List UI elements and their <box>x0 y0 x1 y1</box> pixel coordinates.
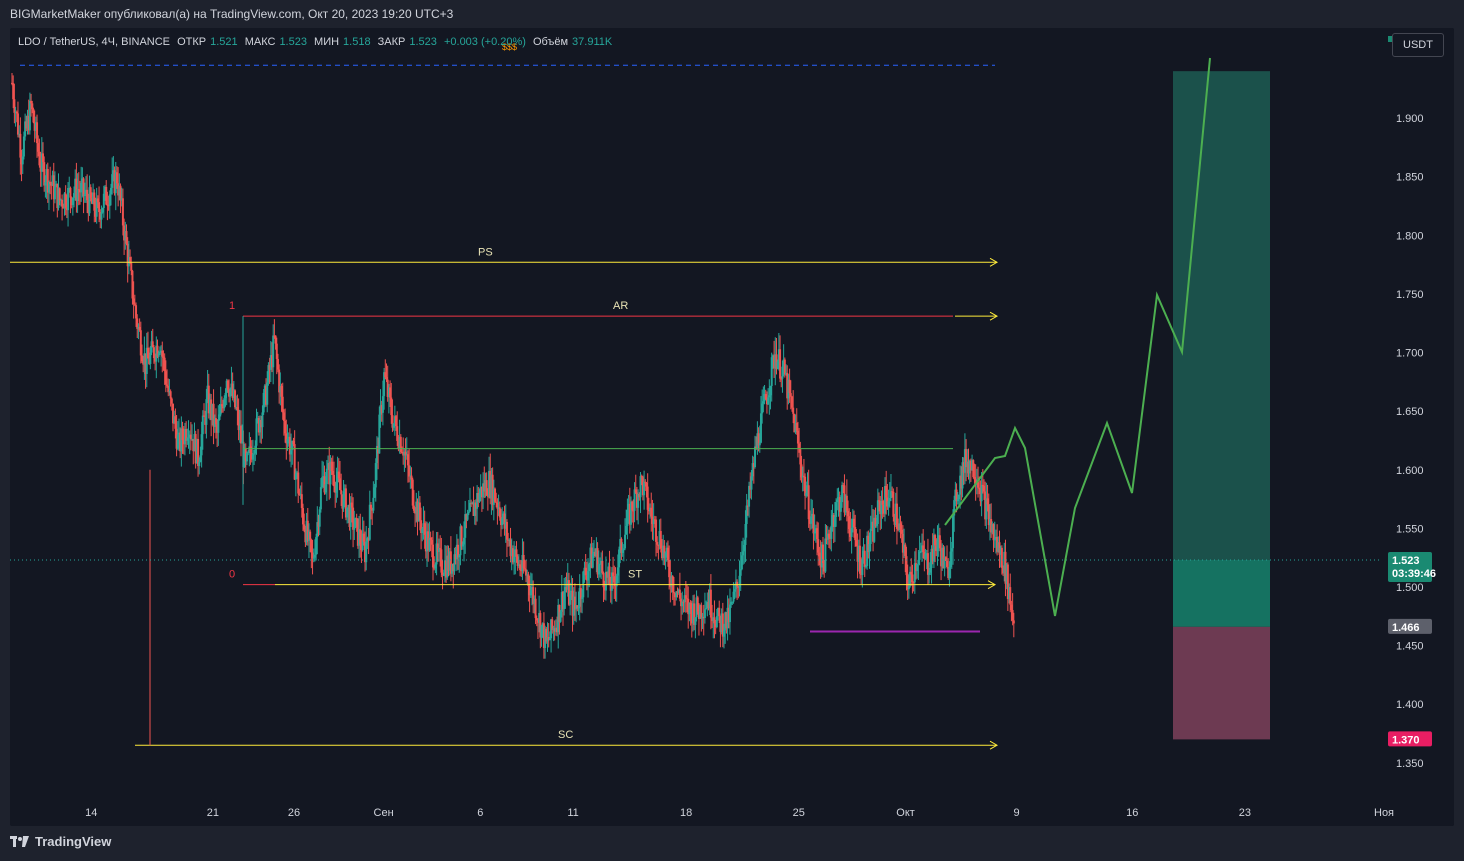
x-tick-label: Ноя <box>1374 807 1394 819</box>
candle-body <box>198 461 201 467</box>
currency-button[interactable]: USDT <box>1392 33 1444 57</box>
current-price-text: 03:39:46 <box>1392 568 1436 580</box>
legend-low-value: 1.518 <box>343 36 371 48</box>
candle-body <box>170 398 173 404</box>
x-tick-label: 18 <box>680 807 692 819</box>
candle-body <box>703 609 706 618</box>
legend-high-label: МАКС <box>244 36 276 48</box>
x-tick-label: Окт <box>896 807 915 819</box>
y-tick-label: 1.850 <box>1396 172 1424 184</box>
y-tick-label: 1.750 <box>1396 289 1424 301</box>
candle-body <box>601 560 604 573</box>
candle-body <box>53 186 56 200</box>
candle-body <box>467 511 470 514</box>
x-tick-label: 16 <box>1126 807 1138 819</box>
ar-label: AR <box>613 300 628 312</box>
candle-body <box>656 541 659 545</box>
candle-body <box>1012 620 1015 624</box>
legend-change: +0.003 (+0.20%) <box>443 36 526 48</box>
x-tick-label: Сен <box>374 807 394 819</box>
candle-body <box>58 188 61 201</box>
current-price-text: 1.523 <box>1392 555 1420 567</box>
y-tick-label: 1.650 <box>1396 406 1424 418</box>
x-tick-label: 25 <box>793 807 805 819</box>
candle-body <box>1000 547 1003 568</box>
tradingview-brand: TradingView <box>35 834 112 849</box>
candle-body <box>272 335 275 368</box>
legend-high-value: 1.523 <box>279 36 307 48</box>
entry-price-text: 1.466 <box>1392 622 1420 634</box>
candle-body <box>130 262 133 271</box>
sc-label: SC <box>558 729 573 741</box>
target-zone[interactable] <box>1173 71 1270 561</box>
candle-body <box>869 528 872 545</box>
fib-1-label: 1 <box>229 300 235 312</box>
ps-label: PS <box>478 246 493 258</box>
y-tick-label: 1.400 <box>1396 699 1424 711</box>
footer[interactable]: TradingView <box>10 834 111 849</box>
candle-body <box>319 487 322 510</box>
st-label: ST <box>628 569 642 581</box>
candle-body <box>863 550 866 567</box>
x-tick-label: 26 <box>288 807 300 819</box>
projection-path <box>944 57 1211 617</box>
y-tick-label: 1.900 <box>1396 113 1424 125</box>
candle-body <box>624 534 627 549</box>
price-chart[interactable]: $$$PSSTSCAR10 1.3501.4001.4501.5001.5501… <box>10 28 1454 826</box>
legend-low-label: МИН <box>314 36 340 48</box>
publication-attribution: BIGMarketMaker опубликовал(а) на Trading… <box>10 7 454 21</box>
candle-body <box>718 607 721 617</box>
y-tick-label: 1.450 <box>1396 641 1424 653</box>
candle-body <box>892 491 895 517</box>
x-tick-label: 6 <box>477 807 483 819</box>
tradingview-logo-icon <box>10 835 29 847</box>
legend-volume-value: 37.911K <box>572 36 613 48</box>
fib-0-label: 0 <box>229 569 235 581</box>
chart-panel[interactable]: $$$ PS ST SC AR 1 0 1.350 1.400 1.450 1.500 1.550 1… <box>10 28 1454 826</box>
chart-legend: LDO / TetherUS, 4Ч, BINANCE ОТКР 1.521 МА… <box>18 36 616 48</box>
stop-zone[interactable] <box>1173 626 1270 740</box>
legend-close-label: ЗАКР <box>377 36 406 48</box>
y-tick-label: 1.700 <box>1396 348 1424 360</box>
y-tick-label: 1.350 <box>1396 758 1424 770</box>
top-bar: BIGMarketMaker опубликовал(а) на Trading… <box>0 0 1464 28</box>
candle-body <box>201 415 204 435</box>
candle-body <box>911 574 914 583</box>
legend-close-value: 1.523 <box>409 36 437 48</box>
y-tick-label: 1.550 <box>1396 523 1424 535</box>
x-tick-label: 21 <box>207 807 219 819</box>
x-tick-label: 14 <box>85 807 97 819</box>
candle-body <box>69 187 72 198</box>
stop-price-text: 1.370 <box>1392 734 1420 746</box>
legend-symbol: LDO / TetherUS, 4Ч, BINANCE <box>18 36 171 48</box>
candle-body <box>309 531 312 540</box>
profit-zone[interactable] <box>1173 560 1270 627</box>
x-tick-label: 23 <box>1239 807 1251 819</box>
y-tick-label: 1.600 <box>1396 465 1424 477</box>
y-tick-label: 1.800 <box>1396 230 1424 242</box>
candle-body <box>792 407 795 414</box>
candle-body <box>266 382 269 405</box>
x-tick-label: 11 <box>567 807 578 819</box>
candle-body <box>534 598 537 619</box>
candle-body <box>340 489 343 495</box>
x-tick-label: 9 <box>1013 807 1019 819</box>
legend-open-label: ОТКР <box>177 36 207 48</box>
candle-body <box>372 497 375 511</box>
legend-open-value: 1.521 <box>210 36 238 48</box>
candle-body <box>217 419 220 433</box>
candle-body <box>325 468 328 485</box>
legend-volume-label: Объём <box>532 36 569 48</box>
y-tick-label: 1.500 <box>1396 582 1424 594</box>
candle-body <box>779 349 782 379</box>
